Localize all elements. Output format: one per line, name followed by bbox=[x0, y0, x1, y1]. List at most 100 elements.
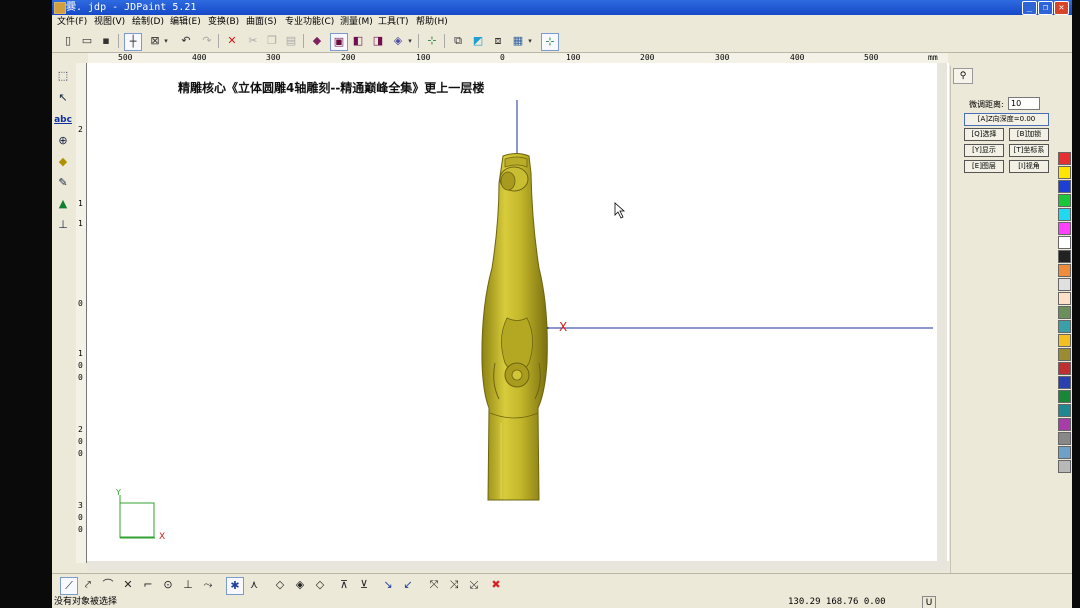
trim-tool-icon[interactable]: ⤳ bbox=[200, 577, 216, 593]
menu-tools[interactable]: 工具(T) bbox=[378, 15, 409, 30]
view-frame-icon[interactable]: ⧈ bbox=[490, 33, 506, 49]
measure-tool-icon[interactable]: ⊥ bbox=[54, 216, 72, 234]
menu-measure[interactable]: 测量(M) bbox=[340, 15, 373, 30]
view-iso-icon[interactable]: ◩ bbox=[470, 33, 486, 49]
text-tool-icon[interactable]: abc bbox=[54, 111, 72, 129]
color-swatch[interactable] bbox=[1058, 348, 1071, 361]
save-icon[interactable]: ▪ bbox=[98, 33, 114, 49]
color-swatch[interactable] bbox=[1058, 194, 1071, 207]
polyline-tool-icon[interactable]: ⤤ bbox=[80, 577, 96, 593]
snap-point-icon[interactable]: ✱ bbox=[226, 577, 244, 595]
transform-move-icon[interactable]: ⤨ bbox=[446, 577, 462, 593]
delete-icon[interactable]: ✕ bbox=[224, 33, 240, 49]
layer-button[interactable]: [E]图层 bbox=[964, 160, 1004, 173]
cube-side-icon[interactable]: ◨ bbox=[370, 33, 386, 49]
transform-mirror-icon[interactable]: ⤩ bbox=[466, 577, 482, 593]
rect-select-icon[interactable]: ⬚ bbox=[54, 67, 72, 85]
color-swatch[interactable] bbox=[1058, 460, 1071, 473]
cut-icon[interactable]: ✂ bbox=[245, 33, 261, 49]
color-swatch[interactable] bbox=[1058, 152, 1071, 165]
paste-icon[interactable]: ▤ bbox=[283, 33, 299, 49]
wire-cube-icon[interactable]: ▣ bbox=[330, 33, 348, 51]
menu-edit[interactable]: 编辑(E) bbox=[170, 15, 201, 30]
color-swatch[interactable] bbox=[1058, 446, 1071, 459]
pointer-x-icon[interactable]: ↘ bbox=[380, 577, 396, 593]
minimize-button[interactable]: _ bbox=[1022, 1, 1037, 15]
pointer-tool-icon[interactable]: ↖ bbox=[54, 89, 72, 107]
menu-draw[interactable]: 绘制(D) bbox=[132, 15, 164, 30]
carved-bottle-model[interactable] bbox=[481, 153, 548, 501]
menu-help[interactable]: 帮助(H) bbox=[416, 15, 448, 30]
delete-icon[interactable]: ✖ bbox=[488, 577, 504, 593]
color-swatch[interactable] bbox=[1058, 222, 1071, 235]
display-button[interactable]: [Y]显示 bbox=[964, 144, 1004, 157]
cube-front-icon[interactable]: ◧ bbox=[350, 33, 366, 49]
horizontal-scrollbar[interactable] bbox=[87, 561, 949, 571]
curve-tool-icon[interactable]: ⌐ bbox=[140, 577, 156, 593]
line-tool-icon[interactable]: ⟋ bbox=[60, 577, 78, 595]
close-button[interactable]: ✕ bbox=[1054, 1, 1069, 15]
view-angle-button[interactable]: [I]视角 bbox=[1009, 160, 1049, 173]
select-box-icon[interactable]: ⊠ bbox=[147, 33, 163, 49]
color-swatch[interactable] bbox=[1058, 432, 1071, 445]
menu-transform[interactable]: 变换(B) bbox=[208, 15, 239, 30]
view-box-icon[interactable]: ⧉ bbox=[450, 33, 466, 49]
color-swatch[interactable] bbox=[1058, 180, 1071, 193]
chevron-down-icon[interactable]: ▾ bbox=[162, 33, 170, 49]
transform-copy-icon[interactable]: ⤧ bbox=[426, 577, 442, 593]
sculpt-tool-icon[interactable]: ◆ bbox=[54, 153, 72, 171]
chevron-down-icon[interactable]: ▾ bbox=[526, 33, 534, 49]
transform-tool-icon[interactable]: ⊕ bbox=[54, 132, 72, 150]
copy-icon[interactable]: ❐ bbox=[264, 33, 280, 49]
menu-surface[interactable]: 曲面(S) bbox=[246, 15, 277, 30]
color-swatch[interactable] bbox=[1058, 362, 1071, 375]
color-swatch[interactable] bbox=[1058, 376, 1071, 389]
menu-professional[interactable]: 专业功能(C) bbox=[285, 15, 334, 30]
relief-tool-icon[interactable]: ▲ bbox=[54, 195, 72, 213]
lock-button[interactable]: [B]加锁 bbox=[1009, 128, 1049, 141]
shaded-cube-icon[interactable]: ◆ bbox=[309, 33, 325, 49]
select-button[interactable]: [Q]选择 bbox=[964, 128, 1004, 141]
color-swatch[interactable] bbox=[1058, 264, 1071, 277]
color-swatch[interactable] bbox=[1058, 208, 1071, 221]
color-swatch[interactable] bbox=[1058, 404, 1071, 417]
diamond-tool-icon[interactable]: ◇ bbox=[312, 577, 328, 593]
arc-tool-icon[interactable]: ⌒ bbox=[100, 577, 116, 593]
brush-tool-icon[interactable]: ✎ bbox=[54, 174, 72, 192]
fine-tune-input[interactable]: 10 bbox=[1008, 97, 1040, 110]
axis-icon[interactable]: ⊹ bbox=[424, 33, 440, 49]
circle-tool-icon[interactable]: ⊙ bbox=[160, 577, 176, 593]
chevron-down-icon[interactable]: ▾ bbox=[406, 33, 414, 49]
view-layers-icon[interactable]: ▦ bbox=[510, 33, 526, 49]
render-mode-icon[interactable]: ◈ bbox=[390, 33, 406, 49]
color-swatch[interactable] bbox=[1058, 236, 1071, 249]
undo-icon[interactable]: ↶ bbox=[178, 33, 194, 49]
pointer-del-icon[interactable]: ↙ bbox=[400, 577, 416, 593]
z-depth-button[interactable]: [A]Z向深度=0.00 bbox=[964, 113, 1049, 126]
color-swatch[interactable] bbox=[1058, 334, 1071, 347]
vertical-scrollbar[interactable] bbox=[937, 63, 947, 561]
diamond-tool-icon[interactable]: ◈ bbox=[292, 577, 308, 593]
color-swatch[interactable] bbox=[1058, 320, 1071, 333]
perpendicular-tool-icon[interactable]: ⊥ bbox=[180, 577, 196, 593]
diamond-tool-icon[interactable]: ◇ bbox=[272, 577, 288, 593]
restore-button[interactable]: ❐ bbox=[1038, 1, 1053, 15]
panel-tab-icon[interactable]: ⚲ bbox=[953, 68, 973, 84]
drawing-viewport[interactable]: 精雕核心《立体圆雕4轴雕刻--精通巅峰全集》更上一层楼 X Y X bbox=[87, 63, 949, 561]
color-swatch[interactable] bbox=[1058, 166, 1071, 179]
open-file-icon[interactable]: ▭ bbox=[79, 33, 95, 49]
cursor-crosshair-icon[interactable]: ┼ bbox=[124, 33, 142, 51]
color-swatch[interactable] bbox=[1058, 292, 1071, 305]
menu-file[interactable]: 文件(F) bbox=[57, 15, 87, 30]
menu-view[interactable]: 视图(V) bbox=[94, 15, 125, 30]
coord-system-button[interactable]: [T]坐标系 bbox=[1009, 144, 1049, 157]
ucs-icon[interactable]: ⊹ bbox=[541, 33, 559, 51]
color-swatch[interactable] bbox=[1058, 306, 1071, 319]
node-edit-icon[interactable]: ⊼ bbox=[336, 577, 352, 593]
node-move-icon[interactable]: ⊻ bbox=[356, 577, 372, 593]
color-swatch[interactable] bbox=[1058, 390, 1071, 403]
color-swatch[interactable] bbox=[1058, 418, 1071, 431]
snap-curve-icon[interactable]: ⋏ bbox=[246, 577, 262, 593]
color-swatch[interactable] bbox=[1058, 250, 1071, 263]
cross-tool-icon[interactable]: ✕ bbox=[120, 577, 136, 593]
